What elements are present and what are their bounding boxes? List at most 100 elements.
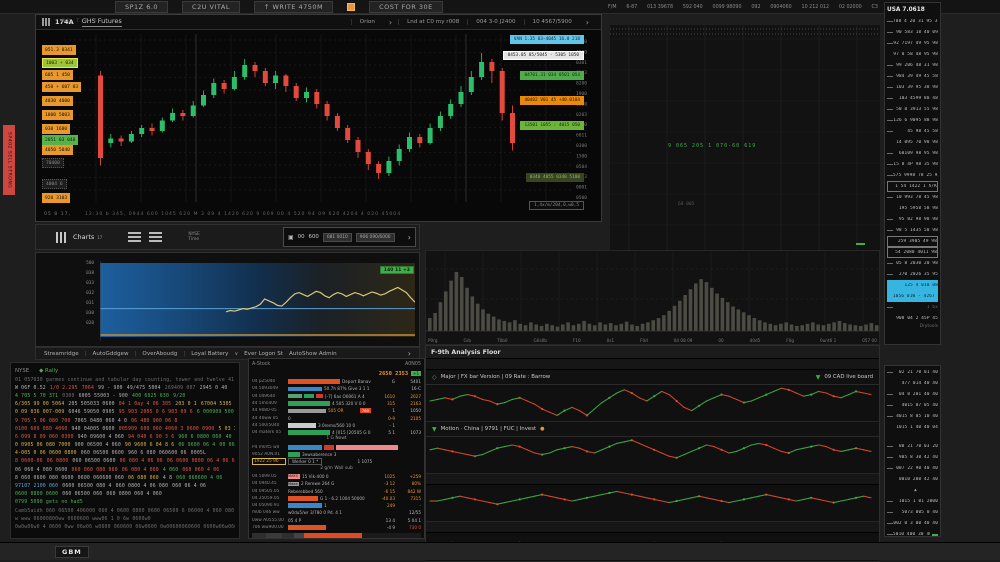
- lock-icon[interactable]: ▣: [288, 234, 294, 241]
- price-row[interactable]: 02 21 70 01 40: [887, 367, 938, 378]
- price-row[interactable]: 125 4 018 08: [887, 280, 938, 291]
- top-tab[interactable]: SP1Z 6.0: [115, 1, 168, 13]
- menu-item[interactable]: 592 040: [683, 5, 703, 10]
- price-row[interactable]: 10 993 78 45 98: [887, 192, 938, 203]
- price-row[interactable]: 4015 07 05 40: [887, 400, 938, 411]
- depth-row[interactable]: 04 05090.911249-: [252, 502, 421, 509]
- price-row[interactable]: 98 5 1435 58 98: [887, 225, 938, 236]
- price-row[interactable]: 905 8 30 42 40: [887, 452, 938, 463]
- price-alert-label[interactable]: 450 + 607 03: [42, 82, 81, 92]
- top-tab[interactable]: C2U VITAL: [182, 1, 240, 13]
- price-row[interactable]: 007 22 90 40 40: [887, 463, 938, 474]
- depth-row[interactable]: 44 9080-05505 OR76011050: [252, 407, 421, 414]
- price-alert-label[interactable]: 920 3103: [42, 193, 70, 203]
- top-tab[interactable]: ↑ WRITE 4750M: [254, 1, 333, 13]
- depth-row[interactable]: 44 5mn4094 505 320 V 0 03152163: [252, 400, 421, 407]
- menu-item[interactable]: Loyal Battery: [191, 351, 228, 357]
- depth-row[interactable]: 44 500/50403 0rems/560 10 0- 1: [252, 422, 421, 429]
- price-row[interactable]: 45 98 45 58: [887, 126, 938, 137]
- price-row[interactable]: 1015 1 01 2000: [887, 496, 938, 507]
- alert-icon[interactable]: [347, 3, 355, 11]
- price-row[interactable]: 5073 005 0 40: [887, 507, 938, 518]
- price-alert-label[interactable]: 70400: [42, 158, 64, 168]
- depth-row[interactable]: 04 049640[-7] 6as O6061 A 416102027: [252, 393, 421, 400]
- interval-chip-1[interactable]: 081 0010: [323, 233, 352, 242]
- price-row[interactable]: 103 4599 88 48: [887, 93, 938, 104]
- price-row[interactable]: 68109 98 95 98: [887, 148, 938, 159]
- price-row[interactable]: 95 82 98 98 98: [887, 214, 938, 225]
- price-row[interactable]: 05 8 2030 20 98: [887, 258, 938, 269]
- chevron-right-icon[interactable]: ›: [408, 233, 411, 242]
- menu-item[interactable]: Streamridge: [44, 351, 79, 357]
- price-alert-label[interactable]: 4050 5040: [42, 145, 73, 155]
- spark1-right-label[interactable]: 09 CAD live board: [824, 374, 873, 380]
- menu-item[interactable]: Ever Logon St: [244, 351, 283, 357]
- chevron-right-icon[interactable]: ›: [383, 18, 398, 27]
- price-row[interactable]: 04 8 201 40 40: [887, 389, 938, 400]
- price-row[interactable]: 259 3905 49 98: [887, 236, 938, 247]
- interval-chip-2[interactable]: 906 090/6000: [356, 233, 395, 242]
- price-row[interactable]: 4015 8 05 10 40: [887, 411, 938, 422]
- spark2-label[interactable]: Motion · China | 9791 | FUC | Invest: [441, 426, 537, 432]
- menu-item[interactable]: 10 212 012: [802, 5, 829, 10]
- menu-item[interactable]: 092: [751, 5, 760, 10]
- grid-view-icon[interactable]: [149, 232, 162, 243]
- tick-sparkline-1[interactable]: [426, 385, 875, 417]
- tick-sparkline-3[interactable]: [426, 485, 875, 517]
- price-row[interactable]: 90 583 18 40 09: [887, 27, 938, 38]
- menu-item[interactable]: 6-87: [626, 5, 637, 10]
- price-row[interactable]: 708 4 20 31 95 38: [887, 16, 938, 27]
- depth-row[interactable]: m0b 046 www0du5/wr 3/780 0 Pd. 4 112/55: [252, 509, 421, 516]
- grid-chart[interactable]: 9 065 205 1 070-60 61960 005: [610, 25, 880, 250]
- depth-row[interactable]: 04 5099.05MAYS15 Vik-400 01025+259: [252, 473, 421, 480]
- price-row[interactable]: 54 2080 4011 98: [887, 247, 938, 258]
- price-row[interactable]: 477 014 40 40: [887, 378, 938, 389]
- depth-row[interactable]: 44 40ww 0500-92105: [252, 414, 421, 421]
- price-alert-label[interactable]: 4030 4000: [42, 96, 73, 106]
- price-row[interactable]: 575 9998 78 25 98: [887, 170, 938, 181]
- price-row[interactable]: [887, 433, 938, 441]
- header-button[interactable]: 10 4567/5900: [524, 19, 580, 25]
- price-marker-label[interactable]: 40402 V01 45 +40.0104: [520, 96, 584, 105]
- menu-item[interactable]: C3: [872, 5, 878, 10]
- price-alert-label[interactable]: 1000 5003: [42, 110, 73, 120]
- depth-row[interactable]: 04 509304950.7h 87% Give 3 1 116-C: [252, 385, 421, 392]
- depth-row[interactable]: 04 0940.45Maae2 Rerewe 264 G-3 1280%: [252, 480, 421, 487]
- price-row[interactable]: 103 39 95 38 98: [887, 82, 938, 93]
- menu-item[interactable]: 02 02000: [839, 5, 862, 10]
- price-alert-label[interactable]: 1003 + 034: [42, 58, 78, 68]
- tick-sparkline-2[interactable]: [426, 437, 875, 469]
- sell-signal-tag[interactable]: SP402 SELL 5TRONG: [3, 125, 15, 195]
- price-row[interactable]: 99 206 48 31 98: [887, 60, 938, 71]
- menu-item[interactable]: 013 39678: [647, 5, 673, 10]
- depth-row[interactable]: 04 25059.05G 1 - 6.2 1004 50000-40.03731…: [252, 495, 421, 502]
- price-marker-label[interactable]: VAN 1.35 03-4045 16.0 218: [510, 35, 584, 44]
- price-row[interactable]: 1015 1 40 40 04: [887, 422, 938, 433]
- volume-histogram[interactable]: [426, 251, 879, 333]
- depth-row[interactable]: 9052 A0N.013ewsaberence 3: [252, 451, 421, 458]
- depth-row[interactable]: 706 ww900.00-4 9730 0: [252, 524, 421, 531]
- menu-item[interactable]: 0099 98090: [713, 5, 742, 10]
- price-row[interactable]: ▲: [887, 485, 938, 496]
- price-marker-label[interactable]: 13501 1055 : 4015 050: [520, 121, 584, 130]
- price-row[interactable]: 195 5958 58 98: [887, 203, 938, 214]
- price-marker-label[interactable]: 0340 4055 0340 5100: [526, 173, 584, 182]
- price-row[interactable]: 002 0 3 00 40 40: [887, 518, 938, 529]
- bar-chart-icon[interactable]: [56, 232, 69, 243]
- top-tab[interactable]: COST FOR 30E: [369, 1, 443, 13]
- menu-item[interactable]: AutoGddgew: [93, 351, 129, 357]
- charts-button[interactable]: Charts: [73, 233, 94, 241]
- list-view-icon[interactable]: [128, 232, 141, 243]
- depth-row[interactable]: 0ww A0555.0005 4 P13 45 04 1: [252, 517, 421, 524]
- header-button[interactable]: Lnd at C0 my r008: [398, 19, 467, 25]
- price-alert-label[interactable]: 030 1600: [42, 124, 70, 134]
- price-alert-label[interactable]: 605 1 450: [42, 70, 73, 80]
- spark1-label[interactable]: Major | FX bar Version | 09 Rate : Barro…: [441, 374, 551, 380]
- price-row[interactable]: 1056 01W - 4267 0: [887, 291, 938, 302]
- price-row[interactable]: 50 8 3913 55 98: [887, 104, 938, 115]
- price-row[interactable]: 1 6x: [887, 302, 938, 313]
- price-row[interactable]: 14 095 70 98 98: [887, 137, 938, 148]
- chevron-right-icon[interactable]: ›: [580, 18, 595, 27]
- chevron-down-icon[interactable]: ∨: [234, 351, 238, 357]
- chevron-right-icon[interactable]: ›: [408, 349, 411, 358]
